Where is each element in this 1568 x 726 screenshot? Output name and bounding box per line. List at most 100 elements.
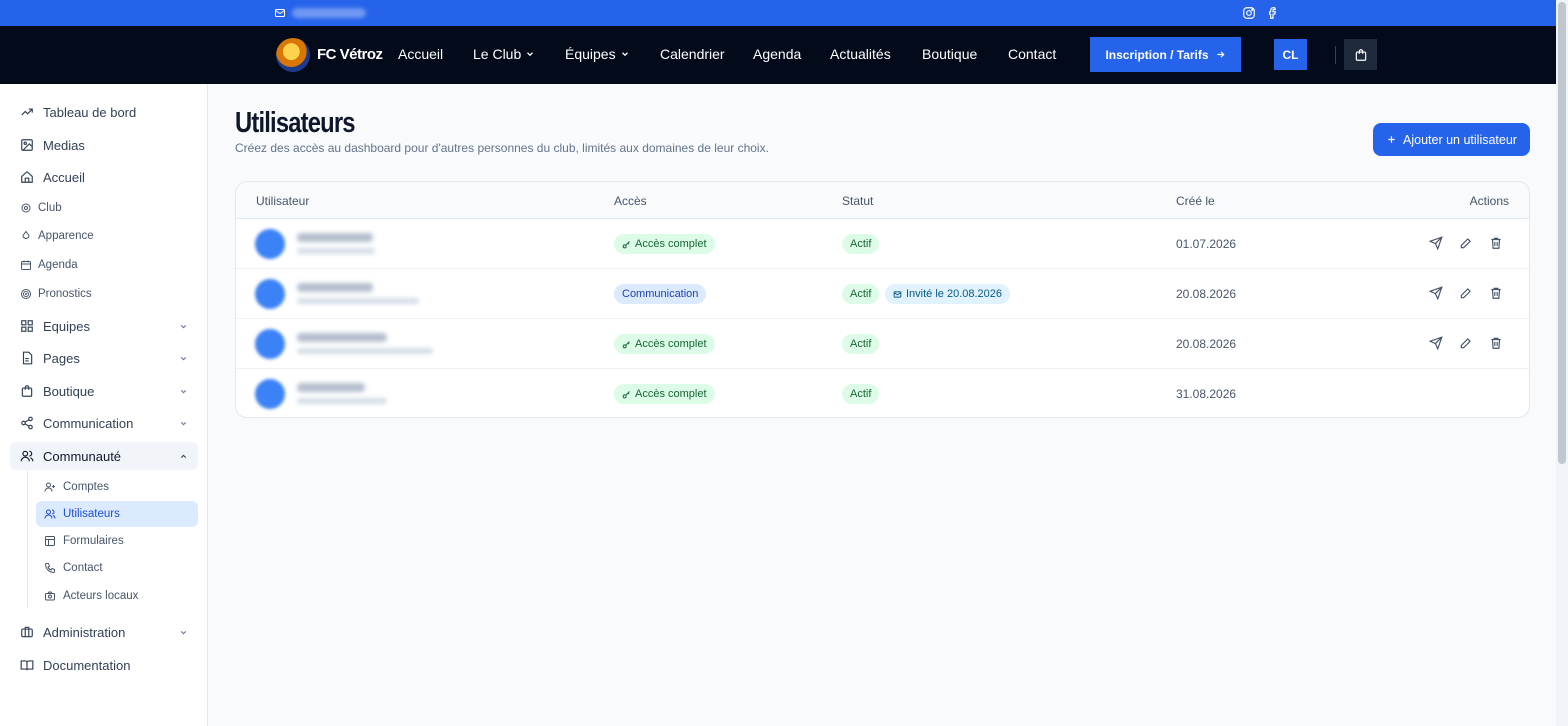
- mail-icon: [275, 9, 285, 17]
- sidebar-item-accueil[interactable]: Accueil: [10, 163, 198, 191]
- navbar-divider: [1335, 46, 1336, 64]
- blurred-user-name: [297, 283, 373, 292]
- sidebar-item-administration[interactable]: Administration: [10, 618, 198, 646]
- send-icon[interactable]: [1429, 336, 1443, 350]
- status-badge: Actif: [842, 384, 880, 404]
- nav-agenda[interactable]: Agenda: [753, 46, 801, 62]
- club-logo[interactable]: [276, 38, 310, 72]
- blurred-email[interactable]: [292, 8, 366, 18]
- page-scrollbar[interactable]: [1556, 0, 1568, 726]
- layout-icon: [45, 536, 55, 546]
- access-badge: Communication: [614, 284, 707, 304]
- blurred-user-name: [297, 383, 365, 392]
- chevron-down-icon: [180, 421, 187, 426]
- facebook-icon[interactable]: [1266, 6, 1280, 20]
- chevron-up-icon: [180, 454, 187, 459]
- sidebar-item-medias[interactable]: Medias: [10, 131, 198, 159]
- sidebar-sub-utilisateurs[interactable]: Utilisateurs: [36, 501, 198, 527]
- phone-icon: [44, 563, 55, 574]
- chevron-down-icon: [621, 52, 628, 57]
- chevron-down-icon: [180, 324, 187, 329]
- add-user-button[interactable]: Ajouter un utilisateur: [1373, 123, 1530, 156]
- sidebar-sub-acteurs-locaux[interactable]: Acteurs locaux: [36, 583, 198, 609]
- sidebar-item-communaute[interactable]: Communauté: [10, 442, 198, 470]
- sidebar-item-documentation[interactable]: Documentation: [10, 651, 198, 679]
- page-title: Utilisateurs: [235, 107, 356, 139]
- table-row[interactable]: Accès complet Actif 20.08.2026: [236, 319, 1529, 369]
- sidebar-item-communication[interactable]: Communication: [10, 409, 198, 437]
- main-navbar: FC Vétroz Accueil Le Club Équipes Calend…: [0, 26, 1556, 84]
- shopping-bag-icon: [21, 385, 33, 397]
- trash-icon[interactable]: [1489, 236, 1503, 250]
- brand-name[interactable]: FC Vétroz: [317, 46, 383, 63]
- created-date: 20.08.2026: [1176, 337, 1237, 351]
- table-row[interactable]: Accès complet Actif 01.07.2026: [236, 219, 1529, 269]
- table-row[interactable]: Accès complet Actif 31.08.2026: [236, 369, 1529, 417]
- table-row[interactable]: Communication Actif Invité le 20.08.2026…: [236, 269, 1529, 319]
- nav-actualites[interactable]: Actualités: [830, 46, 891, 62]
- trash-icon[interactable]: [1489, 286, 1503, 300]
- plus-icon: [1388, 136, 1395, 143]
- inscription-button[interactable]: Inscription / Tarifs: [1090, 37, 1241, 72]
- image-icon: [21, 139, 33, 151]
- trash-icon[interactable]: [1489, 336, 1503, 350]
- grid-icon: [21, 320, 33, 332]
- col-statut: Statut: [842, 194, 874, 208]
- sidebar-sub-comptes[interactable]: Comptes: [36, 474, 198, 500]
- sidebar-item-apparence[interactable]: Apparence: [10, 222, 198, 250]
- avatar: [255, 229, 285, 259]
- sidebar-sub-formulaires[interactable]: Formulaires: [36, 528, 198, 554]
- created-date: 31.08.2026: [1176, 387, 1237, 401]
- key-icon: [622, 340, 630, 348]
- nav-le-club[interactable]: Le Club: [473, 46, 535, 62]
- droplet-icon: [22, 230, 30, 239]
- scrollbar-thumb[interactable]: [1558, 2, 1566, 464]
- nav-accueil[interactable]: Accueil: [398, 46, 443, 62]
- status-badge: Actif: [842, 234, 880, 254]
- nav-contact[interactable]: Contact: [1008, 46, 1056, 62]
- book-open-icon: [20, 660, 34, 671]
- nav-calendrier[interactable]: Calendrier: [660, 46, 725, 62]
- blurred-user-email: [297, 298, 419, 304]
- send-icon[interactable]: [1429, 236, 1443, 250]
- col-acces: Accès: [614, 194, 647, 208]
- shopping-bag-icon: [1355, 48, 1366, 61]
- admin-sidebar: Tableau de bord Medias Accueil Club Appa…: [0, 84, 208, 726]
- sidebar-item-pages[interactable]: Pages: [10, 344, 198, 372]
- edit-icon[interactable]: [1459, 286, 1473, 300]
- camera-icon: [45, 591, 55, 601]
- mail-icon: [893, 290, 902, 298]
- users-table: Utilisateur Accès Statut Créé le Actions…: [235, 181, 1530, 418]
- user-avatar-button[interactable]: CL: [1274, 39, 1307, 70]
- sidebar-sub-contact[interactable]: Contact: [36, 555, 198, 581]
- arrow-right-icon: [1216, 51, 1225, 58]
- avatar: [255, 279, 285, 309]
- blurred-user-email: [297, 248, 375, 254]
- sidebar-item-equipes[interactable]: Equipes: [10, 312, 198, 340]
- chevron-down-icon: [180, 389, 187, 394]
- blurred-user-name: [297, 333, 387, 342]
- sidebar-item-dashboard[interactable]: Tableau de bord: [10, 98, 198, 126]
- sidebar-item-agenda[interactable]: Agenda: [10, 251, 198, 279]
- col-actions: Actions: [1469, 194, 1509, 208]
- access-badge: Accès complet: [614, 384, 715, 404]
- table-header: Utilisateur Accès Statut Créé le Actions: [236, 182, 1529, 219]
- nav-boutique[interactable]: Boutique: [922, 46, 977, 62]
- top-contact-bar: [0, 0, 1556, 26]
- edit-icon[interactable]: [1459, 336, 1473, 350]
- blurred-user-name: [297, 233, 373, 242]
- cart-button[interactable]: [1344, 39, 1377, 70]
- nav-equipes[interactable]: Équipes: [565, 46, 630, 62]
- sidebar-item-pronostics[interactable]: Pronostics: [10, 280, 198, 308]
- edit-icon[interactable]: [1459, 236, 1473, 250]
- instagram-icon[interactable]: [1242, 6, 1256, 20]
- file-icon: [22, 351, 33, 365]
- blurred-user-email: [297, 348, 433, 354]
- send-icon[interactable]: [1429, 286, 1443, 300]
- sidebar-item-boutique[interactable]: Boutique: [10, 377, 198, 405]
- created-date: 01.07.2026: [1176, 237, 1237, 251]
- page-subtitle: Créez des accès au dashboard pour d'autr…: [235, 141, 769, 155]
- sidebar-item-club[interactable]: Club: [10, 194, 198, 222]
- user-plus-icon: [44, 482, 55, 492]
- invite-badge: Invité le 20.08.2026: [885, 284, 1011, 304]
